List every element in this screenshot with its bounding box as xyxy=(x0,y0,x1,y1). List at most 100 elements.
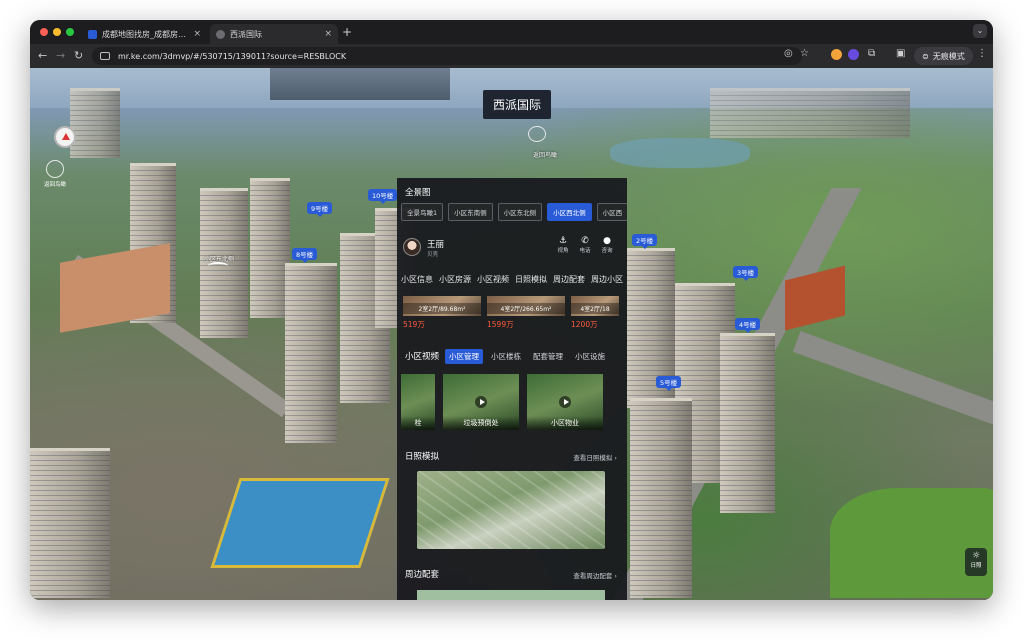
address-bar[interactable]: mr.ke.com/3dmvp/#/530715/139011?source=R… xyxy=(92,47,802,65)
tower xyxy=(30,448,110,598)
back-to-aerial-button[interactable]: 返回鸟瞰 xyxy=(40,160,70,188)
back-aerial-label: 返回鸟瞰 xyxy=(43,182,66,188)
incognito-indicator[interactable]: ⊜ 无痕模式 xyxy=(914,47,973,65)
extensions-puzzle-icon[interactable]: ⧉ xyxy=(868,48,875,59)
subtab-facilities-mgmt[interactable]: 配套管理 xyxy=(529,349,567,364)
tower-5 xyxy=(630,398,692,598)
aerial-marker-label: 返回鸟瞰 xyxy=(533,152,558,159)
subtab-buildings[interactable]: 小区楼栋 xyxy=(487,349,525,364)
chip-northwest[interactable]: 小区西北侧 xyxy=(547,203,592,221)
chip-northeast[interactable]: 小区东北侧 xyxy=(497,203,543,221)
periphery-map-preview[interactable] xyxy=(417,590,605,600)
agent-subtitle: 贝壳 xyxy=(427,252,439,258)
daylight-button[interactable]: ☼ 日照 xyxy=(965,548,987,576)
listing-price: 519万 xyxy=(403,320,425,329)
aerial-marker-icon[interactable] xyxy=(528,126,546,142)
viewpoint-marker-icon[interactable] xyxy=(208,262,228,270)
browser-window: 成都地图找房_成都房价地图 | × 西派国际 × + ⌄ ← → ↻ mr.ke… xyxy=(30,20,993,600)
action-label: 电话 xyxy=(579,248,591,254)
view-sun-link[interactable]: 查看日照模拟 › xyxy=(573,452,617,462)
new-tab-icon[interactable]: + xyxy=(342,25,352,39)
ke-favicon-icon xyxy=(88,29,97,39)
listing-card[interactable]: 4室2厅/266.65m² 1599万 xyxy=(487,296,565,334)
info-panel: 全景图 全景鸟瞰1 小区东南侧 小区东北侧 小区西北侧 小区西 王丽 贝壳 ⚓ … xyxy=(397,178,627,600)
url-text: mr.ke.com/3dmvp/#/530715/139011?source=R… xyxy=(118,51,347,61)
tab-videos[interactable]: 小区视频 xyxy=(477,274,509,285)
tab-community-info[interactable]: 小区信息 xyxy=(401,274,433,285)
agent-name: 王丽 xyxy=(427,240,445,250)
tab-title: 成都地图找房_成都房价地图 | xyxy=(102,29,187,39)
tab-map-search[interactable]: 成都地图找房_成都房价地图 | × xyxy=(82,24,207,44)
tab-search-icon[interactable]: ⌄ xyxy=(973,24,987,38)
building-label-5[interactable]: 5号楼 xyxy=(656,376,682,391)
tower-8 xyxy=(285,263,337,443)
video-caption: 垃圾预倒处 xyxy=(443,416,519,430)
listing-price: 1599万 xyxy=(487,320,514,329)
chip-west[interactable]: 小区西 xyxy=(596,203,627,221)
chip-aerial-1[interactable]: 全景鸟瞰1 xyxy=(401,203,444,221)
phone-button[interactable]: ✆ 电话 xyxy=(575,236,595,254)
avatar[interactable] xyxy=(403,238,421,256)
site-info-icon[interactable] xyxy=(100,52,110,60)
road xyxy=(792,331,993,427)
side-panel-icon[interactable]: ▣ xyxy=(896,48,905,59)
video-thumb[interactable]: 小区物业 xyxy=(527,374,603,430)
reload-icon[interactable]: ↻ xyxy=(74,49,83,62)
incognito-icon: ⊜ xyxy=(922,51,929,61)
agent-card: 王丽 贝壳 ⚓ 视角 ✆ 电话 ● 咨询 xyxy=(401,236,623,260)
incognito-label: 无痕模式 xyxy=(932,51,965,61)
video-thumb[interactable]: 垃圾预倒处 xyxy=(443,374,519,430)
tab-sunlight[interactable]: 日照模拟 xyxy=(515,274,547,285)
tab-nearby[interactable]: 周边小区 xyxy=(591,274,623,285)
view-chips: 全景鸟瞰1 小区东南侧 小区东北侧 小区西北侧 小区西 xyxy=(401,203,627,221)
pool-area xyxy=(210,478,390,568)
distant-towers xyxy=(710,88,910,138)
video-thumb[interactable]: 栓 xyxy=(401,374,435,430)
building-label-10[interactable]: 10号楼 xyxy=(368,189,398,204)
maximize-window-icon[interactable] xyxy=(66,28,74,36)
chip-southeast[interactable]: 小区东南侧 xyxy=(448,203,493,221)
project-title-badge[interactable]: 西派国际 xyxy=(483,90,552,119)
building-label-8[interactable]: 8号楼 xyxy=(292,248,318,263)
tab-project[interactable]: 西派国际 × xyxy=(210,24,338,44)
forward-icon[interactable]: → xyxy=(56,49,65,62)
extension-icon[interactable] xyxy=(848,49,859,60)
bookmark-star-icon[interactable]: ☆ xyxy=(800,48,809,59)
building-label-4[interactable]: 4号楼 xyxy=(735,318,761,333)
sunlight-simulation-preview[interactable] xyxy=(417,471,605,549)
listing-price: 1200万 xyxy=(571,320,598,329)
close-window-icon[interactable] xyxy=(40,28,48,36)
close-tab-icon[interactable]: × xyxy=(193,29,201,39)
tab-listings[interactable]: 小区房源 xyxy=(439,274,471,285)
video-subtabs: 小区管理 小区楼栋 配套管理 小区设施 xyxy=(445,349,609,364)
landmark-building xyxy=(270,68,450,100)
play-icon[interactable] xyxy=(475,396,487,408)
view-periphery-link[interactable]: 查看周边配套 › xyxy=(573,570,617,580)
aerial-3d-view[interactable]: 西派国际 返回鸟瞰 返回鸟瞰 小区东北侧 10号楼 9号楼 8号楼 2号楼 3号… xyxy=(30,68,993,600)
subtab-amenities[interactable]: 小区设施 xyxy=(571,349,609,364)
listing-card[interactable]: 4室2厅/18 1200万 xyxy=(571,296,619,334)
listing-card[interactable]: 2室2厅/89.68m² 519万 xyxy=(403,296,481,334)
play-icon[interactable] xyxy=(559,396,571,408)
minimize-window-icon[interactable] xyxy=(53,28,61,36)
tower xyxy=(250,178,290,318)
extension-icon[interactable] xyxy=(831,49,842,60)
view-angle-button[interactable]: ⚓ 视角 xyxy=(553,236,573,254)
compass-icon[interactable] xyxy=(54,126,76,148)
close-tab-icon[interactable]: × xyxy=(324,29,332,39)
back-icon[interactable]: ← xyxy=(38,49,47,62)
building-label-2[interactable]: 2号楼 xyxy=(632,234,658,249)
more-menu-icon[interactable]: ⋮ xyxy=(977,48,987,59)
video-caption: 小区物业 xyxy=(527,416,603,430)
listing-cards: 2室2厅/89.68m² 519万 4室2厅/266.65m² 1599万 4室… xyxy=(403,296,619,334)
eye-off-icon[interactable]: ◎ xyxy=(784,48,793,59)
building-label-9[interactable]: 9号楼 xyxy=(307,202,333,217)
chat-button[interactable]: ● 咨询 xyxy=(597,236,617,254)
periphery-section-title: 周边配套 xyxy=(405,570,440,580)
tab-periphery[interactable]: 周边配套 xyxy=(553,274,585,285)
tower xyxy=(70,88,120,158)
video-list: 栓 垃圾预倒处 小区物业 xyxy=(401,374,603,430)
subtab-management[interactable]: 小区管理 xyxy=(445,349,483,364)
building-label-3[interactable]: 3号楼 xyxy=(733,266,759,281)
sun-icon: ☼ xyxy=(971,551,981,561)
